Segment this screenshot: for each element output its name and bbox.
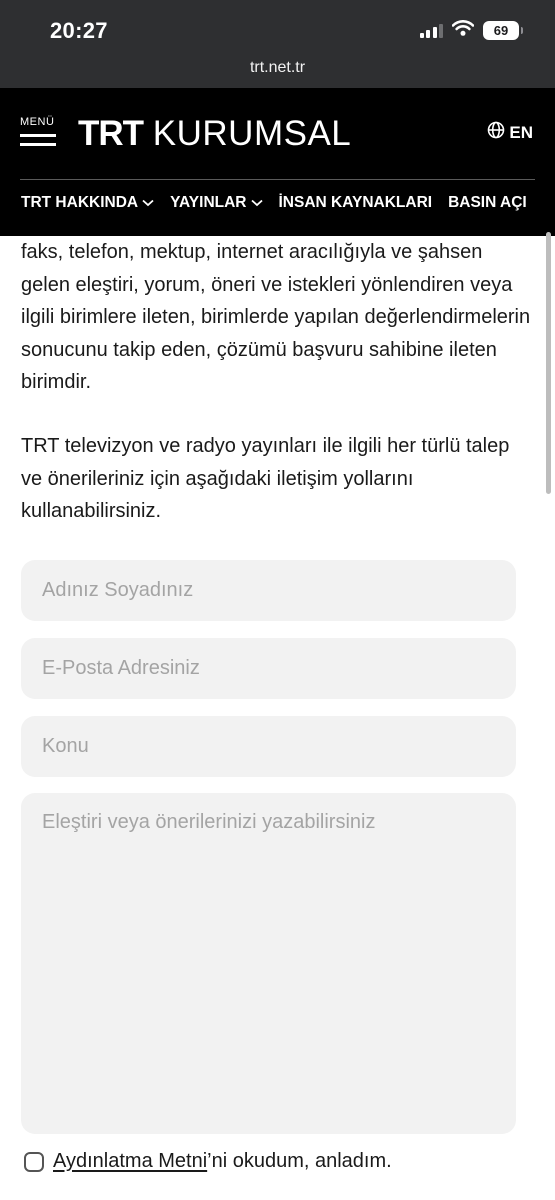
intro-paragraph: faks, telefon, mektup, internet aracılığ… <box>21 241 531 393</box>
status-time: 20:27 <box>50 18 108 43</box>
globe-icon <box>487 121 505 144</box>
chevron-down-icon <box>142 194 154 212</box>
hamburger-icon <box>20 134 60 146</box>
nav-item-label: İNSAN KAYNAKLARI <box>278 194 433 211</box>
logo-trt: TRT <box>78 114 144 153</box>
status-icons: 69 <box>419 20 523 40</box>
consent-checkbox[interactable] <box>24 1151 44 1172</box>
subject-input[interactable] <box>21 716 516 777</box>
nav-item-yayinlar[interactable]: YAYINLAR <box>170 192 263 214</box>
nav-item-basin-aci[interactable]: BASIN AÇI <box>448 192 527 214</box>
wifi-icon <box>451 20 475 40</box>
header-divider <box>20 179 535 180</box>
contact-paragraph: TRT televizyon ve radyo yayınları ile il… <box>21 435 510 522</box>
status-bar: 20:27 69 <box>0 0 555 57</box>
site-header: MENÜ TRT KURUMSAL EN TRT HAKKINDA YAYINL… <box>0 88 555 236</box>
language-switch[interactable]: EN <box>487 121 533 144</box>
message-textarea[interactable] <box>21 793 516 1134</box>
menu-button[interactable]: MENÜ <box>20 116 60 152</box>
nav-item-label: YAYINLAR <box>170 194 247 211</box>
url-text: trt.net.tr <box>249 59 306 76</box>
name-input[interactable] <box>21 560 516 621</box>
consent-text: ’ni okudum, anladım. <box>207 1150 392 1172</box>
main-nav: TRT HAKKINDA YAYINLAR İNSAN KAYNAKLARI B… <box>21 192 555 214</box>
cellular-signal-icon <box>419 22 443 38</box>
page-scrollbar[interactable] <box>546 232 551 494</box>
consent-label: Aydınlatma Metni’ni okudum, anladım. <box>53 1150 392 1173</box>
consent-link[interactable]: Aydınlatma Metni <box>53 1150 207 1172</box>
nav-item-insan-kaynaklari[interactable]: İNSAN KAYNAKLARI <box>279 192 433 214</box>
nav-item-trt-hakkinda[interactable]: TRT HAKKINDA <box>21 192 154 214</box>
nav-item-label: TRT HAKKINDA <box>21 194 139 211</box>
url-bar[interactable]: trt.net.tr <box>0 57 555 88</box>
email-input[interactable] <box>21 638 516 699</box>
chevron-down-icon <box>250 194 263 212</box>
language-label: EN <box>509 122 533 142</box>
logo-kurumsal: KURUMSAL <box>152 114 352 153</box>
menu-label: MENÜ <box>20 116 55 128</box>
consent-row: Aydınlatma Metni’ni okudum, anladım. <box>24 1150 392 1173</box>
trt-kurumsal-logo[interactable]: TRT KURUMSAL <box>78 114 351 154</box>
nav-item-label: BASIN AÇI <box>448 194 527 211</box>
battery-icon: 69 <box>483 20 523 40</box>
